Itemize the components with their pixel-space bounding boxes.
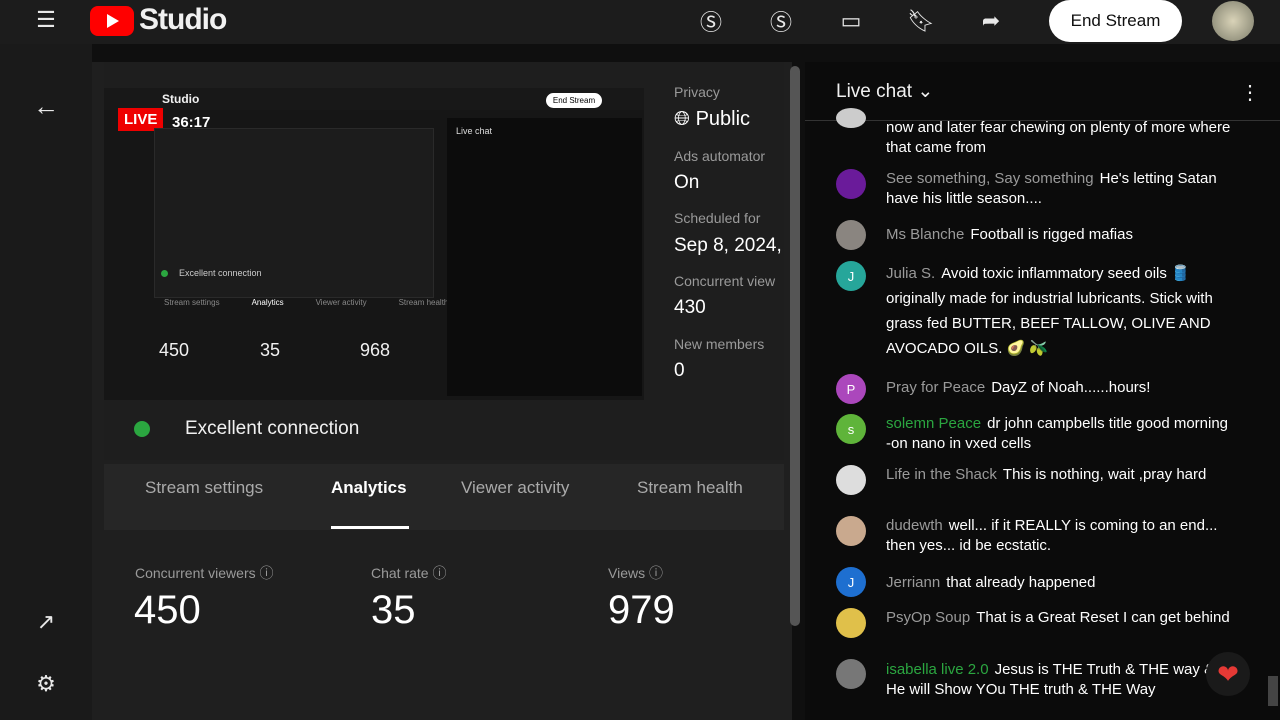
tab-analytics[interactable]: Analytics xyxy=(331,478,407,498)
help-icon[interactable]: ⓘ xyxy=(260,565,274,581)
chat-message: Julia S. Avoid toxic inflammatory seed oi… xyxy=(886,265,1213,357)
stat-label: Chat rate ⓘ xyxy=(371,565,447,581)
main-scrollbar[interactable] xyxy=(790,66,800,626)
stat-concurrent-viewers: 450 xyxy=(134,588,201,632)
help-icon[interactable]: ⓘ xyxy=(432,565,446,581)
scheduled-label: Scheduled for xyxy=(674,210,761,226)
privacy-value: 🌐︎ Public xyxy=(674,108,750,131)
youtube-logo[interactable] xyxy=(90,6,134,36)
chat-avatar xyxy=(836,608,866,638)
stat-views: 979 xyxy=(608,588,675,632)
members-value: 0 xyxy=(674,360,685,381)
chat-avatar xyxy=(836,659,866,689)
back-arrow-icon[interactable]: ← xyxy=(30,90,62,122)
preview-end-stream: End Stream xyxy=(546,93,602,108)
settings-gear-icon[interactable]: ⚙ xyxy=(30,668,62,700)
chat-message: solemn Peace dr john campbells title good… xyxy=(886,415,1229,452)
chat-message: Pray for Peace DayZ of Noah......hours! xyxy=(886,379,1151,396)
clapperboard-icon[interactable]: ▭ xyxy=(835,5,867,37)
stat-chat-rate: 35 xyxy=(371,588,416,632)
end-stream-button[interactable]: End Stream xyxy=(1049,0,1182,42)
concurrent-value: 430 xyxy=(674,297,706,318)
help-icon[interactable]: ⓘ xyxy=(649,565,663,581)
external-link-icon[interactable]: ↗ xyxy=(30,606,62,638)
more-options-icon[interactable]: ⋮ xyxy=(1240,80,1260,105)
chat-avatar: s xyxy=(836,414,866,444)
chat-avatar xyxy=(836,169,866,199)
analytics-panel xyxy=(104,530,784,720)
preview-stat: 35 xyxy=(260,340,281,360)
ads-label: Ads automator xyxy=(674,148,766,164)
chat-scrollbar[interactable] xyxy=(1268,676,1278,706)
preview-tab: Viewer activity xyxy=(315,298,367,307)
active-tab-indicator xyxy=(331,526,409,529)
preview-tab: Stream settings xyxy=(164,298,220,307)
preview-tab: Stream health xyxy=(398,298,449,307)
menu-icon[interactable]: ☰ xyxy=(30,4,62,36)
connection-status-dot xyxy=(134,421,150,437)
share-icon[interactable]: ➦ xyxy=(975,5,1007,37)
scheduled-value: Sep 8, 2024, xyxy=(674,235,782,256)
studio-logo-text: Studio xyxy=(139,3,227,36)
chat-message: now and later fear chewing on plenty of … xyxy=(886,119,1231,156)
preview-chat-title: Live chat xyxy=(456,126,493,136)
chat-message: dudewth well... if it REALLY is coming to… xyxy=(886,517,1218,554)
super-chat-icon[interactable]: Ⓢ xyxy=(695,5,727,37)
stat-label: Views ⓘ xyxy=(608,565,663,581)
concurrent-label: Concurrent view xyxy=(674,273,776,289)
chat-avatar: J xyxy=(836,261,866,291)
avatar[interactable] xyxy=(1212,1,1254,41)
bookmark-icon[interactable]: 🔖︎ xyxy=(905,5,937,37)
chat-avatar xyxy=(836,108,866,128)
preview-logo: Studio xyxy=(162,92,200,106)
preview-stat: 450 xyxy=(159,340,190,360)
stat-label: Concurrent viewers ⓘ xyxy=(135,565,274,581)
chat-message: PsyOp Soup That is a Great Reset I can ge… xyxy=(886,609,1230,626)
top-bar: ☰ Studio Ⓢ Ⓢ ▭ 🔖︎ ➦ End Stream xyxy=(0,0,1280,44)
chevron-down-icon: ⌄ xyxy=(917,81,934,102)
chat-avatar xyxy=(836,465,866,495)
live-chat-dropdown[interactable]: Live chat ⌄ xyxy=(836,80,933,103)
chat-message: Jerriann that already happened xyxy=(886,574,1096,591)
tab-stream-settings[interactable]: Stream settings xyxy=(145,478,263,498)
chat-avatar: P xyxy=(836,374,866,404)
members-label: New members xyxy=(674,336,765,352)
privacy-text: Public xyxy=(695,108,751,130)
preview-tab: Analytics xyxy=(251,298,284,307)
privacy-label: Privacy xyxy=(674,84,720,100)
preview-stat: 968 xyxy=(360,340,391,360)
globe-icon: 🌐︎ xyxy=(674,108,690,130)
chat-avatar xyxy=(836,516,866,546)
chat-message: isabella live 2.0 Jesus is THE Truth & TH… xyxy=(886,661,1215,698)
chat-message: See something, Say something He's letting… xyxy=(886,170,1217,207)
heart-reaction-icon[interactable]: ❤ xyxy=(1206,652,1250,696)
tab-stream-health[interactable]: Stream health xyxy=(637,478,743,498)
chat-avatar xyxy=(836,220,866,250)
chat-message: Ms Blanche Football is rigged mafias xyxy=(886,226,1133,243)
tab-viewer-activity[interactable]: Viewer activity xyxy=(461,478,569,498)
super-thanks-icon[interactable]: Ⓢ xyxy=(765,5,797,37)
left-rail: ← ↗ ⚙ xyxy=(0,44,92,720)
chat-message: Life in the Shack This is nothing, wait ,… xyxy=(886,466,1207,483)
chat-avatar: J xyxy=(836,567,866,597)
connection-status: Excellent connection xyxy=(185,418,360,439)
preview-connection: Excellent connection xyxy=(179,268,262,278)
stream-preview[interactable]: Studio End Stream LIVE 36:17 Excellent c… xyxy=(104,88,644,400)
ads-value: On xyxy=(674,172,700,193)
